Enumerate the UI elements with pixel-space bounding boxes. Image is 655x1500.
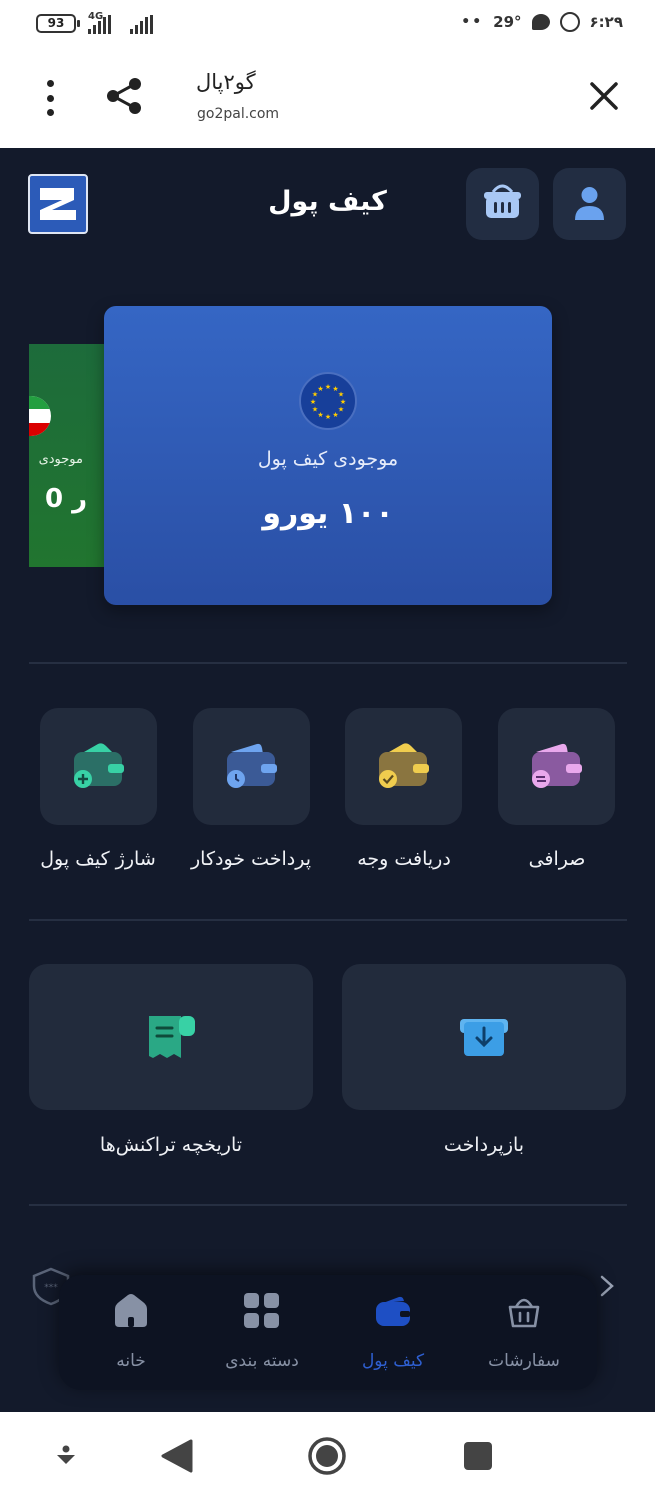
- cart-button[interactable]: [466, 168, 539, 240]
- svg-text:***: ***: [44, 1283, 58, 1293]
- svg-text:★: ★: [317, 385, 323, 393]
- svg-text:★: ★: [310, 398, 316, 406]
- temperature: 29°: [493, 13, 522, 31]
- whatsapp-icon: [559, 12, 580, 32]
- side-card-label: موجودی: [38, 452, 83, 467]
- svg-text:★: ★: [312, 406, 318, 414]
- charge-wallet-icon: [74, 743, 124, 788]
- nav-categories[interactable]: دسته بندی: [202, 1289, 322, 1379]
- nav-wallet[interactable]: کیف پول: [333, 1289, 453, 1379]
- profile-button[interactable]: [553, 168, 626, 240]
- wallet-balance-amount: ۱۰۰ یورو: [262, 496, 394, 531]
- transaction-history-button[interactable]: [29, 964, 313, 1110]
- system-navigation-bar: [0, 1412, 655, 1500]
- signal-icon-2: [130, 14, 153, 34]
- browser-toolbar: گو۲پال go2pal.com: [0, 48, 655, 148]
- charge-wallet-button[interactable]: [40, 708, 157, 825]
- dropdown-arrow-icon[interactable]: [54, 1444, 78, 1470]
- transaction-history-label: تاریخچه تراکنش‌ها: [99, 1134, 243, 1156]
- nav-orders[interactable]: سفارشات: [464, 1289, 584, 1379]
- iran-flag-icon: [29, 396, 51, 436]
- exchange-wallet-icon: [532, 743, 582, 788]
- divider: [29, 919, 627, 921]
- eu-flag-icon: ★ ★ ★ ★ ★ ★ ★ ★ ★ ★ ★ ★: [299, 372, 357, 430]
- home-button-icon[interactable]: [307, 1436, 347, 1476]
- receipt-icon: [149, 1016, 195, 1058]
- divider: [29, 1204, 627, 1206]
- more-options-icon[interactable]: [44, 80, 56, 116]
- clock: ۶:۲۹: [589, 13, 623, 31]
- auto-pay-wallet-icon: [227, 743, 277, 788]
- divider: [29, 662, 627, 664]
- nav-home[interactable]: خانه: [71, 1289, 191, 1379]
- receive-wallet-icon: [379, 743, 429, 788]
- nav-wallet-label: کیف پول: [361, 1351, 425, 1371]
- header-title: کیف پول: [268, 186, 387, 217]
- euro-wallet-card[interactable]: ★ ★ ★ ★ ★ ★ ★ ★ ★ ★ ★ ★ موجودی کیف پول ۱۰۰ یورو: [104, 306, 552, 605]
- page-title: گو۲پال: [196, 70, 256, 94]
- nav-orders-label: سفارشات: [488, 1351, 560, 1371]
- svg-text:★: ★: [338, 391, 344, 399]
- home-icon: [115, 1294, 147, 1327]
- basket-icon: [484, 184, 521, 218]
- signal-icon: [88, 14, 111, 34]
- close-icon[interactable]: [588, 80, 620, 112]
- refund-label: بازپرداخت: [443, 1134, 525, 1156]
- battery-indicator: 93: [36, 14, 80, 33]
- basket-icon: [508, 1298, 540, 1328]
- grid-icon: [244, 1293, 279, 1328]
- notification-dots: ••: [461, 14, 484, 30]
- status-bar: 93 4G •• 29° ۶:۲۹: [0, 0, 655, 48]
- bottom-navigation: سفارشات کیف پول دسته بندی خانه: [59, 1275, 597, 1390]
- wallet-balance-label: موجودی کیف پول: [257, 448, 399, 470]
- share-icon[interactable]: [104, 76, 144, 116]
- exchange-button[interactable]: [498, 708, 615, 825]
- recents-icon[interactable]: [463, 1441, 493, 1471]
- svg-text:★: ★: [325, 413, 331, 421]
- app-logo[interactable]: [28, 174, 88, 234]
- chevron-right-icon[interactable]: [598, 1274, 616, 1298]
- wallet-icon: [376, 1296, 410, 1326]
- rial-wallet-card[interactable]: موجودی 0 ر: [29, 344, 107, 567]
- chat-icon: [531, 14, 550, 30]
- svg-text:★: ★: [317, 411, 323, 419]
- back-icon[interactable]: [160, 1438, 194, 1474]
- nav-home-label: خانه: [116, 1351, 146, 1371]
- side-card-amount: 0 ر: [45, 484, 88, 514]
- auto-pay-label: پرداخت خودکار: [191, 848, 311, 870]
- nav-categories-label: دسته بندی: [225, 1351, 299, 1371]
- exchange-label: صرافی: [528, 848, 586, 870]
- page-url[interactable]: go2pal.com: [197, 106, 279, 122]
- charge-wallet-label: شارژ کیف پول: [40, 848, 156, 870]
- auto-pay-button[interactable]: [193, 708, 310, 825]
- receive-money-label: دریافت وجه: [357, 848, 451, 870]
- refund-icon: [460, 1019, 508, 1056]
- svg-text:★: ★: [325, 383, 331, 391]
- refund-button[interactable]: [342, 964, 626, 1110]
- svg-text:★: ★: [338, 406, 344, 414]
- user-icon: [575, 187, 604, 220]
- receive-money-button[interactable]: [345, 708, 462, 825]
- svg-text:★: ★: [332, 411, 338, 419]
